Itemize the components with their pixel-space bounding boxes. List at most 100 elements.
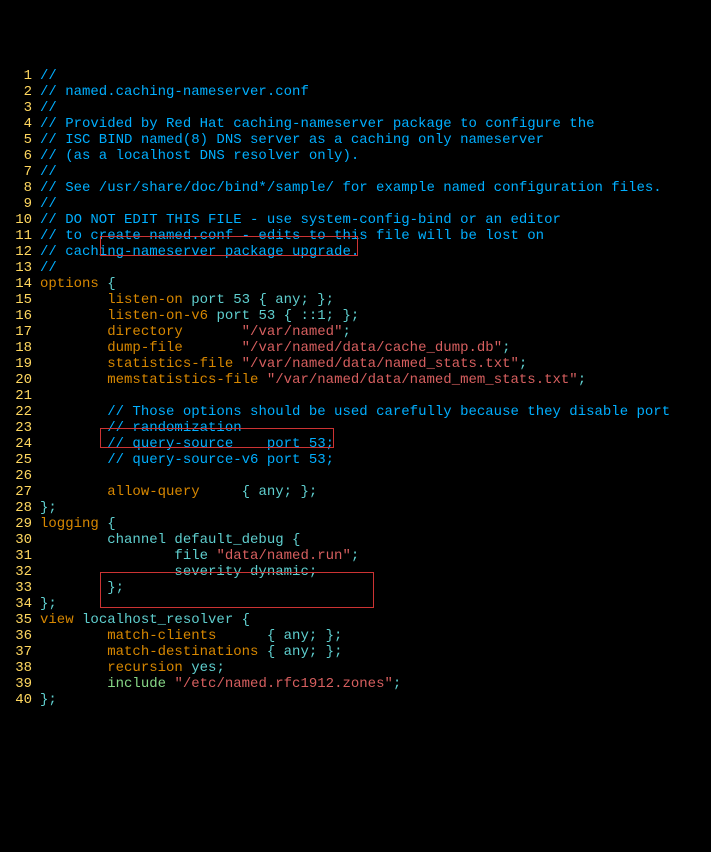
token-plain xyxy=(40,356,107,372)
token-string: "/var/named/data/named_mem_stats.txt" xyxy=(267,372,578,388)
token-type: include xyxy=(107,676,166,692)
code-line: 39 include "/etc/named.rfc1912.zones"; xyxy=(4,676,711,692)
line-number: 9 xyxy=(4,196,40,212)
code-content: // randomization xyxy=(40,420,242,436)
token-comment: // DO NOT EDIT THIS FILE - use system-co… xyxy=(40,212,561,228)
code-content: statistics-file "/var/named/data/named_s… xyxy=(40,356,527,372)
token-comment: // query-source-v6 port 53; xyxy=(107,452,334,468)
code-line: 31 file "data/named.run"; xyxy=(4,548,711,564)
line-number: 32 xyxy=(4,564,40,580)
code-line: 12// caching-nameserver package upgrade. xyxy=(4,244,711,260)
line-number: 21 xyxy=(4,388,40,404)
code-line: 1// xyxy=(4,68,711,84)
line-number: 35 xyxy=(4,612,40,628)
token-plain xyxy=(233,356,241,372)
code-content: // named.caching-nameserver.conf xyxy=(40,84,309,100)
token-plain: }; xyxy=(40,500,57,516)
token-comment: // xyxy=(40,260,57,276)
code-content: // xyxy=(40,260,57,276)
token-keyword: directory xyxy=(107,324,183,340)
token-plain: { any; }; xyxy=(216,628,342,644)
token-plain: port 53 { ::1; }; xyxy=(208,308,359,324)
token-comment: // to create named.conf - edits to this … xyxy=(40,228,544,244)
line-number: 22 xyxy=(4,404,40,420)
line-number: 3 xyxy=(4,100,40,116)
token-comment: // named.caching-nameserver.conf xyxy=(40,84,309,100)
code-line: 30 channel default_debug { xyxy=(4,532,711,548)
token-comment: // caching-nameserver package upgrade. xyxy=(40,244,359,260)
token-plain xyxy=(40,644,107,660)
token-string: "/var/named/data/cache_dump.db" xyxy=(242,340,502,356)
code-content: }; xyxy=(40,692,57,708)
token-plain: channel default_debug { xyxy=(40,532,300,548)
code-content: }; xyxy=(40,596,57,612)
line-number: 13 xyxy=(4,260,40,276)
line-number: 24 xyxy=(4,436,40,452)
code-content: // Provided by Red Hat caching-nameserve… xyxy=(40,116,595,132)
code-line: 9// xyxy=(4,196,711,212)
code-line: 22 // Those options should be used caref… xyxy=(4,404,711,420)
code-content: // xyxy=(40,100,57,116)
line-number: 11 xyxy=(4,228,40,244)
token-keyword: allow-query xyxy=(107,484,199,500)
code-line: 5// ISC BIND named(8) DNS server as a ca… xyxy=(4,132,711,148)
token-keyword: view xyxy=(40,612,74,628)
token-string: "/var/named/data/named_stats.txt" xyxy=(242,356,519,372)
token-keyword: listen-on xyxy=(107,292,183,308)
token-comment: // Those options should be used carefull… xyxy=(107,404,670,420)
code-line: 14options { xyxy=(4,276,711,292)
token-plain xyxy=(166,676,174,692)
code-line: 21 xyxy=(4,388,711,404)
token-comment: // (as a localhost DNS resolver only). xyxy=(40,148,359,164)
token-plain xyxy=(40,292,107,308)
token-keyword: statistics-file xyxy=(107,356,233,372)
line-number: 30 xyxy=(4,532,40,548)
token-plain: ; xyxy=(351,548,359,564)
token-plain: { any; }; xyxy=(200,484,318,500)
token-comment: // Provided by Red Hat caching-nameserve… xyxy=(40,116,595,132)
code-line: 29logging { xyxy=(4,516,711,532)
code-content: options { xyxy=(40,276,116,292)
token-plain: }; xyxy=(40,596,57,612)
token-plain: port 53 { any; }; xyxy=(183,292,334,308)
line-number: 36 xyxy=(4,628,40,644)
line-number: 8 xyxy=(4,180,40,196)
line-number: 5 xyxy=(4,132,40,148)
token-comment: // ISC BIND named(8) DNS server as a cac… xyxy=(40,132,544,148)
code-line: 10// DO NOT EDIT THIS FILE - use system-… xyxy=(4,212,711,228)
token-plain xyxy=(40,452,107,468)
line-number: 26 xyxy=(4,468,40,484)
line-number: 31 xyxy=(4,548,40,564)
token-plain xyxy=(40,660,107,676)
code-line: 2// named.caching-nameserver.conf xyxy=(4,84,711,100)
token-plain: file xyxy=(40,548,216,564)
token-keyword: memstatistics-file xyxy=(107,372,258,388)
code-line: 8// See /usr/share/doc/bind*/sample/ for… xyxy=(4,180,711,196)
token-plain: { xyxy=(99,516,116,532)
code-content: allow-query { any; }; xyxy=(40,484,317,500)
code-line: 11// to create named.conf - edits to thi… xyxy=(4,228,711,244)
code-line: 40}; xyxy=(4,692,711,708)
token-comment: // xyxy=(40,164,57,180)
code-line: 37 match-destinations { any; }; xyxy=(4,644,711,660)
line-number: 18 xyxy=(4,340,40,356)
token-plain xyxy=(40,340,107,356)
token-keyword: dump-file xyxy=(107,340,183,356)
code-line: 23 // randomization xyxy=(4,420,711,436)
line-number: 19 xyxy=(4,356,40,372)
token-comment: // xyxy=(40,68,57,84)
token-plain: { xyxy=(99,276,116,292)
code-content: // query-source-v6 port 53; xyxy=(40,452,334,468)
line-number: 23 xyxy=(4,420,40,436)
line-number: 37 xyxy=(4,644,40,660)
line-number: 17 xyxy=(4,324,40,340)
code-content: directory "/var/named"; xyxy=(40,324,351,340)
code-line: 38 recursion yes; xyxy=(4,660,711,676)
code-content: view localhost_resolver { xyxy=(40,612,250,628)
line-number: 34 xyxy=(4,596,40,612)
code-line: 16 listen-on-v6 port 53 { ::1; }; xyxy=(4,308,711,324)
code-content: // xyxy=(40,164,57,180)
code-content: // xyxy=(40,196,57,212)
line-number: 6 xyxy=(4,148,40,164)
token-plain xyxy=(258,372,266,388)
